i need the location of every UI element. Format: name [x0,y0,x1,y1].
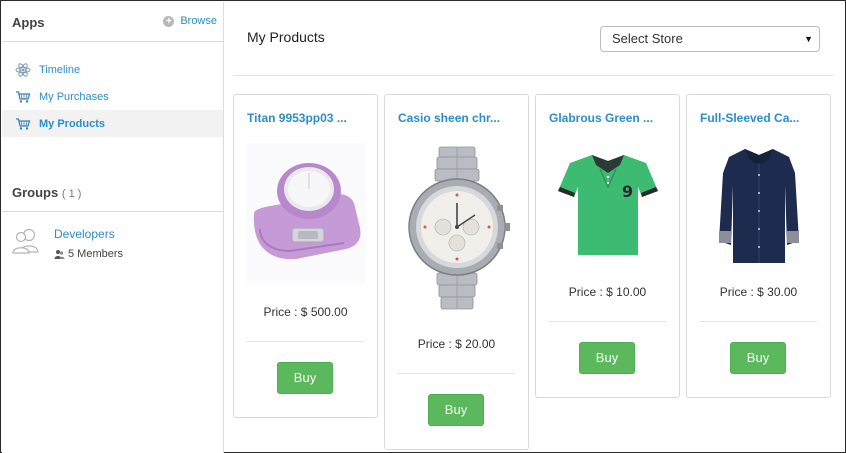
product-title-link[interactable]: Casio sheen chr... [398,111,520,125]
product-image-polo-green[interactable]: 9 [548,147,668,263]
store-select-value: Select Store [612,31,683,46]
buy-button[interactable]: Buy [730,342,786,374]
product-image-watch-purple[interactable] [246,143,366,283]
product-card: Casio sheen chr... Price: $ 20.00 Buy [384,94,529,450]
group-name-link[interactable]: Developers [54,227,115,241]
sidebar: Apps + Browse Timeline My Purchases My P… [2,2,224,453]
card-divider [548,321,666,322]
product-price: Price : $ 30.00 [719,285,798,299]
groups-title-label: Groups [12,185,59,200]
product-title-link[interactable]: Titan 9953pp03 ... [247,111,369,125]
product-card: Glabrous Green ... 9 Price : $ 10.00 Buy [535,94,680,398]
browse-link[interactable]: + Browse [163,15,217,27]
group-avatar-icon [12,226,40,256]
product-card: Full-Sleeved Ca... Price: $ 30.00 Buy [686,94,831,398]
store-select[interactable]: Select Store ▼ [600,26,820,52]
apps-header: Apps + Browse [2,2,223,42]
nav-item-label: My Purchases [39,90,109,103]
product-title-link[interactable]: Full-Sleeved Ca... [700,111,822,125]
page-title: My Products [247,29,325,45]
product-price: Price : $ 20.00 [417,337,496,351]
members-count: 5 Members [68,248,124,260]
apps-title: Apps [12,15,45,30]
groups-title: Groups ( 1 ) [12,185,81,200]
svg-text:9: 9 [622,182,633,201]
header-divider [233,75,833,76]
buy-button[interactable]: Buy [579,342,635,374]
app-frame: Apps + Browse Timeline My Purchases My P… [0,0,846,453]
product-title-link[interactable]: Glabrous Green ... [549,111,671,125]
main-content: My Products Select Store ▼ Titan 9953pp0… [225,2,846,453]
cart-icon [14,115,32,133]
product-card: Titan 9953pp03 ... Price : $ 500.00 Buy [233,94,378,418]
browse-label: Browse [180,15,217,27]
product-price: Price : $ 500.00 [263,305,348,319]
nav-item-label: Timeline [39,63,81,76]
buy-button[interactable]: Buy [428,394,484,426]
group-members: 5 Members [54,248,123,260]
cart-icon [14,88,32,106]
groups-count: ( 1 ) [61,188,82,200]
nav-item-label: My Products [39,117,106,130]
members-icon [54,249,65,259]
plus-circle-icon: + [163,15,175,27]
caret-down-icon: ▼ [804,34,813,44]
atom-icon [14,61,32,79]
apps-nav: Timeline My Purchases My Products [2,56,223,137]
group-item: Developers 5 Members [12,226,212,266]
product-image-watch-silver[interactable] [397,145,517,313]
card-divider [699,321,817,322]
product-image-shirt-navy[interactable] [699,145,819,265]
nav-item-my-purchases[interactable]: My Purchases [2,83,223,110]
groups-header: Groups ( 1 ) [2,172,223,212]
nav-item-my-products[interactable]: My Products [2,110,223,137]
card-divider [246,341,364,342]
card-divider [397,373,515,374]
nav-item-timeline[interactable]: Timeline [2,56,223,83]
buy-button[interactable]: Buy [277,362,333,394]
product-price: Price : $ 10.00 [568,285,647,299]
